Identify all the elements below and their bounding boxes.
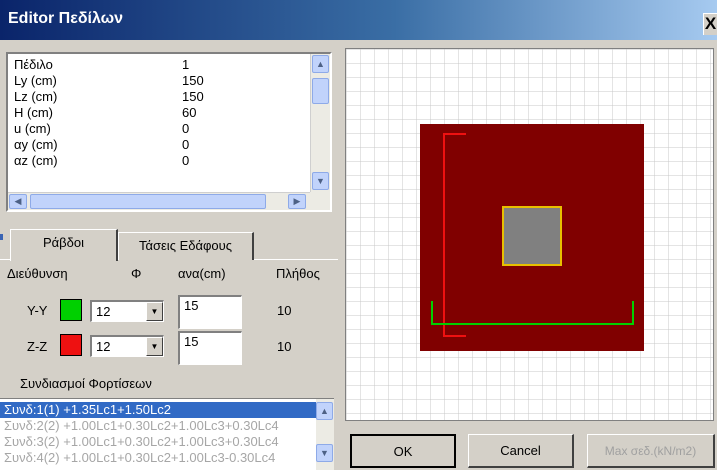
property-value[interactable]: 150 (182, 73, 204, 89)
tab-rebars[interactable]: Ράβδοι (10, 229, 118, 261)
diameter-header: Φ (131, 266, 142, 281)
property-name: u (cm) (14, 121, 51, 136)
rebar-direction-yy: Y-Y (27, 303, 48, 318)
property-name: αz (cm) (14, 153, 58, 168)
rebar-color-yy[interactable] (60, 299, 82, 321)
list-vertical-scrollbar[interactable]: ▲ ▼ (316, 399, 334, 470)
ok-button[interactable]: OK (350, 434, 456, 468)
load-combination-item[interactable]: Συνδ:4(2) +1.00Lc1+0.30Lc2+1.00Lc3-0.30L… (0, 450, 316, 466)
spacing-value-zz: 15 (184, 334, 199, 349)
footing-drawing-canvas[interactable] (345, 48, 714, 421)
rebar-count-yy: 10 (277, 303, 292, 318)
chevron-down-icon[interactable]: ▼ (146, 337, 163, 356)
column-section (502, 206, 562, 266)
horizontal-scroll-thumb[interactable] (30, 194, 266, 209)
property-vertical-scrollbar[interactable]: ▲ ▼ (310, 54, 330, 192)
property-value[interactable]: 150 (182, 89, 204, 105)
property-name: Lz (cm) (14, 89, 58, 104)
tab-marker (0, 234, 3, 240)
scroll-down-icon[interactable]: ▼ (316, 444, 333, 462)
rebar-count-zz: 10 (277, 339, 292, 354)
property-row[interactable]: u (cm) 0 (10, 121, 312, 137)
cancel-button[interactable]: Cancel (468, 434, 574, 468)
load-combination-item[interactable]: Συνδ:2(2) +1.00Lc1+0.30Lc2+1.00Lc3+0.30L… (0, 418, 316, 434)
property-name: Ly (cm) (14, 73, 57, 88)
property-value[interactable]: 0 (182, 121, 189, 137)
load-combinations-list[interactable]: Συνδ:1(1) +1.35Lc1+1.50Lc2 Συνδ:2(2) +1.0… (0, 398, 334, 470)
diameter-value-zz: 12 (96, 339, 111, 354)
property-grid[interactable]: Πέδιλο 1 Ly (cm) 150 Lz (cm) 150 H (cm) 60 u (cm… (6, 52, 332, 212)
scroll-thumb[interactable] (312, 78, 329, 104)
property-value[interactable]: 0 (182, 153, 189, 169)
window-title: Editor Πεδίλων (8, 10, 124, 27)
load-combinations-label: Συνδιασμοί Φορτίσεων (20, 376, 152, 391)
scrollbar-corner (310, 192, 330, 210)
spacing-header: ανα(cm) (178, 266, 226, 281)
direction-header: Διεύθυνση (7, 266, 68, 281)
scroll-up-icon[interactable]: ▲ (312, 55, 329, 73)
chevron-down-icon[interactable]: ▼ (146, 302, 163, 321)
rebar-color-zz[interactable] (60, 334, 82, 356)
property-row[interactable]: Ly (cm) 150 (10, 73, 312, 89)
scroll-right-icon[interactable]: ▶ (288, 194, 306, 209)
tab-soil-stresses[interactable]: Τάσεις Εδάφους (118, 232, 254, 260)
diameter-select-zz[interactable]: 12 ▼ (90, 335, 164, 357)
spacing-value-yy: 15 (184, 298, 199, 313)
property-row[interactable]: αy (cm) 0 (10, 137, 312, 153)
title-bar: Editor Πεδίλων X (0, 0, 717, 40)
scroll-down-icon[interactable]: ▼ (312, 172, 329, 190)
diameter-value-yy: 12 (96, 304, 111, 319)
property-value[interactable]: 60 (182, 105, 196, 121)
scroll-up-icon[interactable]: ▲ (316, 402, 333, 420)
load-combination-item[interactable]: Συνδ:1(1) +1.35Lc1+1.50Lc2 (0, 402, 316, 418)
load-combination-item[interactable]: Συνδ:3(2) +1.00Lc1+0.30Lc2+1.00Lc3+0.30L… (0, 434, 316, 450)
spacing-input-yy[interactable]: 15 (178, 295, 242, 329)
property-row[interactable]: Lz (cm) 150 (10, 89, 312, 105)
spacing-input-zz[interactable]: 15 (178, 331, 242, 365)
property-value[interactable]: 0 (182, 137, 189, 153)
diameter-select-yy[interactable]: 12 ▼ (90, 300, 164, 322)
count-header: Πλήθος (276, 266, 320, 281)
property-name: αy (cm) (14, 137, 58, 152)
property-rows: Πέδιλο 1 Ly (cm) 150 Lz (cm) 150 H (cm) 60 u (cm… (10, 57, 312, 169)
property-value[interactable]: 1 (182, 57, 189, 73)
property-name: Πέδιλο (14, 57, 53, 72)
property-row[interactable]: H (cm) 60 (10, 105, 312, 121)
property-row[interactable]: Πέδιλο 1 (10, 57, 312, 73)
max-stress-button[interactable]: Max σεδ.(kN/m2) (587, 434, 715, 468)
close-button[interactable]: X (703, 13, 717, 35)
rebar-direction-zz: Z-Z (27, 339, 48, 354)
property-row[interactable]: αz (cm) 0 (10, 153, 312, 169)
property-name: H (cm) (14, 105, 53, 120)
footing-drawing (346, 49, 713, 420)
scroll-left-icon[interactable]: ◀ (9, 194, 27, 209)
property-horizontal-scrollbar[interactable]: ◀ ▶ (8, 192, 310, 210)
